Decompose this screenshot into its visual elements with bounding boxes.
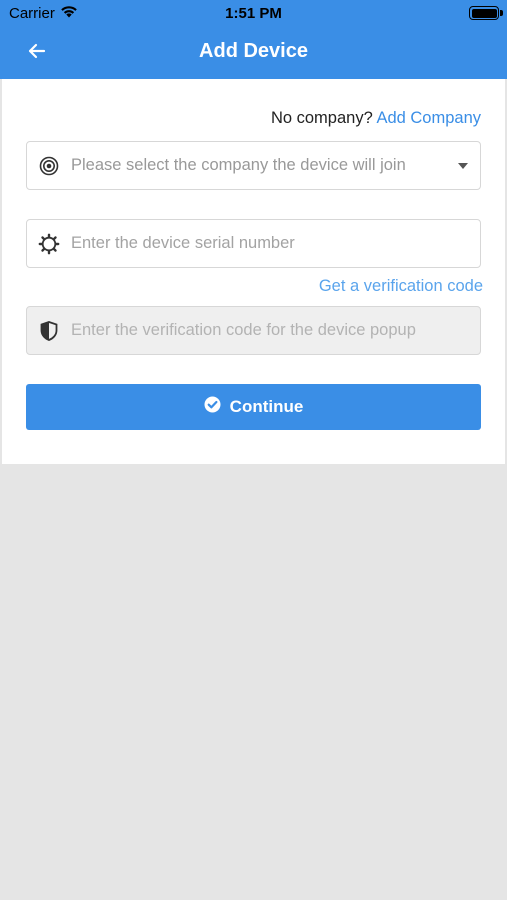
- battery-icon: [469, 6, 503, 20]
- caret-down-icon: [446, 162, 480, 169]
- target-icon: [27, 142, 71, 189]
- add-device-form: No company? Add Company Please select th…: [2, 79, 505, 464]
- serial-number-field[interactable]: [26, 219, 481, 268]
- get-verification-code-link[interactable]: Get a verification code: [319, 277, 483, 296]
- gear-icon: [27, 220, 71, 267]
- status-bar: Carrier 1:51 PM: [0, 0, 507, 28]
- company-prompt: No company?: [270, 109, 373, 127]
- serial-number-input[interactable]: [71, 234, 480, 253]
- company-prompt-row: No company? Add Company: [271, 109, 481, 128]
- verification-code-input[interactable]: [71, 321, 480, 340]
- nav-bar: Add Device: [0, 28, 507, 79]
- add-company-link[interactable]: Add Company: [376, 109, 481, 127]
- continue-button[interactable]: Continue: [26, 384, 481, 430]
- verification-code-field[interactable]: [26, 306, 481, 355]
- company-select[interactable]: Please select the company the device wil…: [26, 141, 481, 190]
- page-title: Add Device: [199, 40, 308, 62]
- continue-label: Continue: [229, 397, 304, 416]
- company-select-placeholder: Please select the company the device wil…: [71, 156, 406, 174]
- check-circle-icon: [204, 396, 221, 418]
- shield-icon: [27, 307, 71, 354]
- clock: 1:51 PM: [225, 5, 282, 22]
